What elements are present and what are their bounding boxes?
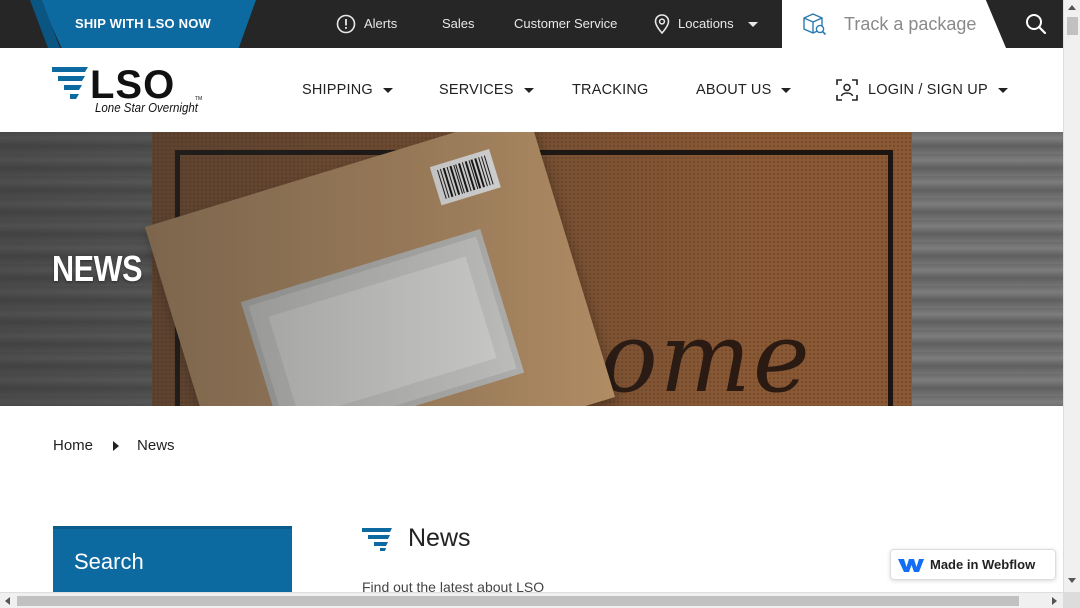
locations-dropdown[interactable]: Locations (654, 0, 758, 48)
alerts-label: Alerts (364, 16, 398, 31)
nav-login-signup[interactable]: LOGIN / SIGN UP (836, 48, 1008, 132)
made-in-webflow-badge[interactable]: Made in Webflow (890, 549, 1056, 580)
scroll-right-arrow[interactable] (1052, 597, 1057, 605)
nav-about-label: ABOUT US (696, 82, 772, 98)
map-pin-icon (654, 14, 670, 34)
locations-label: Locations (678, 16, 734, 31)
chevron-right-icon (113, 440, 120, 451)
track-package-field[interactable]: Track a package (782, 0, 1006, 48)
breadcrumb-current: News (137, 437, 175, 454)
utility-bar: SHIP WITH LSO NOW Alerts Sales Customer … (0, 0, 1063, 48)
lso-logo[interactable]: LSO Lone Star Overnight TM (52, 63, 202, 118)
hero-overlay (0, 132, 1063, 406)
search-icon (1026, 14, 1047, 35)
ship-button-label[interactable]: SHIP WITH LSO NOW (0, 0, 256, 48)
sales-link[interactable]: Sales (442, 0, 475, 48)
content-title: News (408, 524, 471, 552)
scroll-up-arrow[interactable] (1068, 5, 1076, 10)
package-box-icon (803, 13, 827, 36)
chevron-down-icon (997, 87, 1008, 93)
webflow-badge-label: Made in Webflow (930, 557, 1036, 572)
nav-tracking-label: TRACKING (572, 82, 649, 98)
nav-tracking[interactable]: TRACKING (572, 48, 649, 132)
scroll-down-arrow[interactable] (1068, 578, 1076, 583)
vertical-scroll-thumb[interactable] (1067, 17, 1078, 35)
breadcrumb-home[interactable]: Home (53, 437, 93, 454)
track-package-placeholder: Track a package (844, 13, 977, 34)
chevron-down-icon (523, 87, 534, 93)
chevron-down-icon (747, 21, 758, 27)
nav-shipping[interactable]: SHIPPING (302, 48, 393, 132)
chevron-down-icon (382, 87, 393, 93)
nav-services[interactable]: SERVICES (439, 48, 534, 132)
horizontal-scrollbar[interactable] (0, 592, 1063, 608)
nav-shipping-label: SHIPPING (302, 82, 373, 98)
hero-banner: ome NEWS (0, 132, 1063, 406)
lso-logo-mark: LSO Lone Star Overnight TM (52, 63, 202, 115)
sidebar-search-title: Search (74, 549, 144, 574)
vertical-scrollbar[interactable] (1063, 0, 1080, 592)
nav-login-label: LOGIN / SIGN UP (868, 82, 988, 98)
nav-about-us[interactable]: ABOUT US (696, 48, 792, 132)
webflow-logo-icon (898, 558, 924, 572)
content-header: News (362, 524, 471, 553)
scroll-left-arrow[interactable] (5, 597, 10, 605)
page-title: NEWS (52, 248, 143, 289)
customer-service-link[interactable]: Customer Service (514, 0, 617, 48)
main-nav: LSO Lone Star Overnight TM SHIPPING SERV… (0, 48, 1063, 132)
nav-services-label: SERVICES (439, 82, 514, 98)
sidebar-search-panel: Search (53, 526, 292, 596)
user-scan-icon (836, 79, 858, 101)
alerts-link[interactable]: Alerts (336, 0, 397, 48)
logo-trademark: TM (195, 96, 202, 102)
search-button[interactable] (1016, 0, 1056, 48)
chevron-down-icon (781, 87, 792, 93)
scrollbar-corner (1063, 592, 1080, 608)
lso-stripes-icon (362, 527, 392, 551)
horizontal-scroll-thumb[interactable] (17, 596, 1019, 606)
logo-tagline: Lone Star Overnight (95, 100, 199, 115)
exclamation-circle-icon (336, 14, 356, 34)
breadcrumb: Home News (53, 437, 175, 454)
